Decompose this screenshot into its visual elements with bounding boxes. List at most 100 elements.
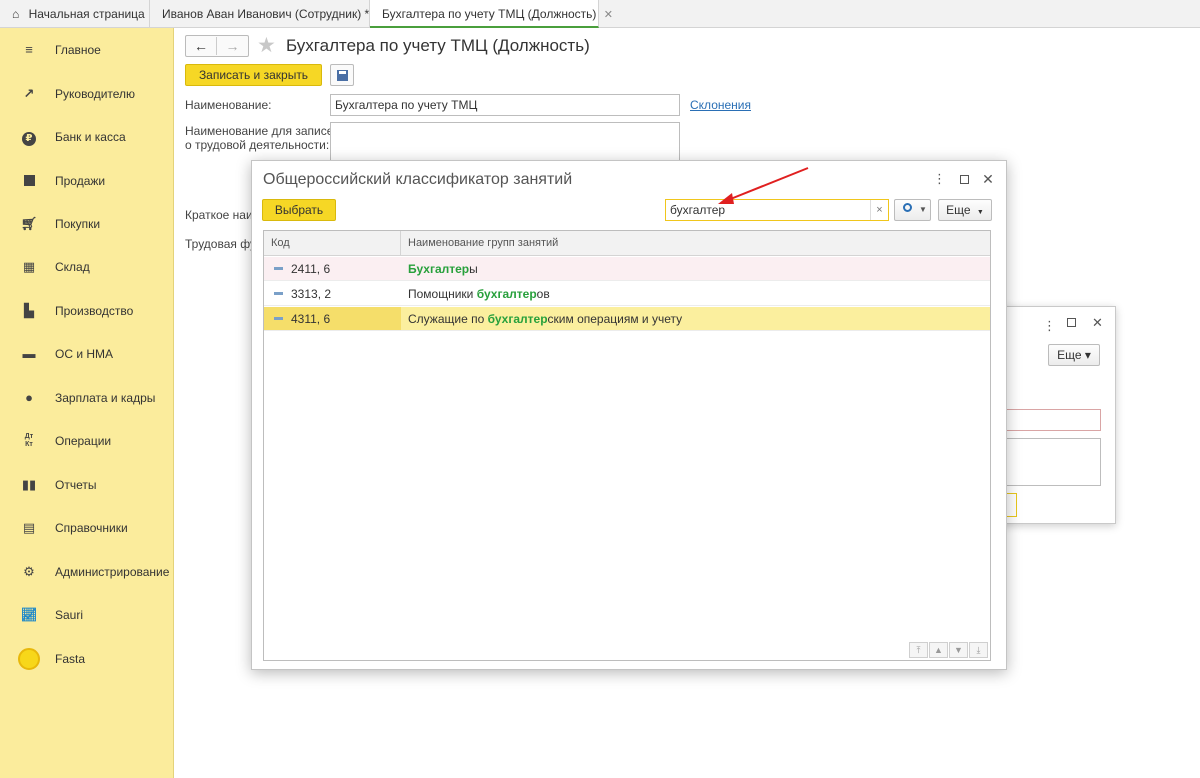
sidebar-item-label: Продажи	[55, 174, 106, 188]
sidebar-item-label: Отчеты	[55, 478, 97, 492]
sidebar-item-sauri[interactable]: 📈︎ Sauri	[0, 595, 174, 635]
declensions-link[interactable]: Склонения	[690, 98, 751, 112]
sidebar-item-label: Sauri	[55, 608, 84, 622]
name-text: Служащие по	[408, 312, 488, 326]
favorite-star-icon[interactable]: ★	[257, 33, 276, 58]
tab-employee[interactable]: Иванов Аван Иванович (Сотрудник) * ✕	[150, 0, 386, 28]
tab-position-label: Бухгалтера по учету ТМЦ (Должность)	[382, 7, 597, 21]
name-field[interactable]: Бухгалтера по учету ТМЦ	[330, 94, 680, 116]
close-icon[interactable]: ✕	[604, 9, 613, 21]
person-icon: ●	[25, 390, 33, 405]
labor-name-label-line1: Наименование для записей	[185, 124, 341, 138]
code-value: 2411, 6	[291, 262, 331, 276]
save-and-close-button[interactable]: Записать и закрыть	[185, 64, 322, 86]
bag-icon	[20, 173, 38, 189]
sidebar-item-label: Fasta	[55, 652, 86, 666]
menu-dots-icon[interactable]: ⋮	[1043, 318, 1056, 334]
occupations-table: Код Наименование групп занятий 2411, 6 Б…	[263, 230, 991, 661]
sidebar-item-main[interactable]: ≡ Главное	[0, 30, 174, 70]
maximize-icon[interactable]	[1067, 318, 1076, 327]
search-match: Бухгалтер	[408, 262, 470, 276]
more-button[interactable]: Еще ▼	[938, 199, 992, 221]
sidebar-item-assets[interactable]: ▬ ОС и НМА	[0, 334, 174, 374]
sidebar-item-label: Покупки	[55, 217, 101, 231]
books-icon: ▤	[22, 520, 36, 535]
code-cell: 4311, 6	[264, 307, 401, 330]
bar-chart-icon: ▮▮	[21, 477, 37, 492]
sidebar-item-reports[interactable]: ▮▮ Отчеты	[0, 465, 174, 505]
menu-icon: ≡	[25, 42, 33, 57]
code-cell: 3313, 2	[264, 282, 401, 305]
truck-icon: ▬	[22, 346, 36, 361]
sidebar-item-label: Производство	[55, 304, 134, 318]
sidebar-item-label: Справочники	[55, 521, 128, 535]
cart-icon: 🛒︎	[20, 216, 38, 231]
code-value: 4311, 6	[291, 312, 331, 326]
search-button[interactable]: ▼	[894, 199, 931, 221]
chevron-down-icon: ▼	[976, 209, 984, 216]
clear-icon[interactable]: ×	[870, 200, 888, 220]
close-icon[interactable]: ✕	[982, 171, 994, 188]
name-label: Наименование:	[185, 98, 272, 112]
name-cell: Помощники бухгалтеров	[408, 287, 550, 301]
table-row-selected[interactable]: 4311, 6 Служащие по бухгалтерским операц…	[264, 307, 990, 331]
maximize-icon[interactable]	[960, 175, 969, 184]
labor-name-field[interactable]	[330, 122, 680, 162]
sidebar-item-label: Склад	[55, 260, 90, 274]
code-value: 3313, 2	[291, 287, 332, 301]
search-icon	[903, 203, 912, 212]
forward-arrow-icon[interactable]: →	[217, 37, 248, 55]
ruble-icon: ₽	[20, 129, 38, 146]
back-arrow-icon[interactable]: ←	[186, 37, 217, 55]
tab-employee-label: Иванов Аван Иванович (Сотрудник) *	[162, 7, 370, 21]
sidebar-item-warehouse[interactable]: ▦ Склад	[0, 247, 174, 287]
table-row[interactable]: 2411, 6 Бухгалтеры	[264, 257, 990, 281]
column-header-name[interactable]: Наименование групп занятий	[401, 231, 990, 256]
close-icon[interactable]: ✕	[1092, 315, 1103, 331]
sidebar-item-bank[interactable]: ₽ Банк и касса	[0, 117, 174, 157]
tab-home-label: Начальная страница	[28, 7, 145, 21]
save-disk-icon[interactable]	[330, 64, 354, 86]
sidebar-item-fasta[interactable]: Fasta	[0, 639, 174, 679]
sidebar-item-operations[interactable]: Дт Кт Операции	[0, 421, 174, 461]
search-match: бухгалтер	[487, 312, 548, 326]
scroll-top-icon[interactable]: ⤒	[909, 642, 928, 658]
name-cell: Бухгалтеры	[408, 262, 478, 276]
select-button[interactable]: Выбрать	[262, 199, 336, 221]
sidebar-item-salary[interactable]: ● Зарплата и кадры	[0, 378, 174, 418]
labor-name-label-line2: о трудовой деятельности:	[185, 138, 330, 152]
tab-bar: ⌂ Начальная страница Иванов Аван Иванови…	[0, 0, 1200, 28]
sidebar-item-label: Главное	[55, 43, 101, 57]
sidebar-item-label: Руководителю	[55, 87, 136, 101]
more-button[interactable]: Еще ▾	[1048, 344, 1100, 366]
sidebar-item-production[interactable]: ▙ Производство	[0, 291, 174, 331]
name-text: ов	[536, 287, 550, 301]
text-area-field[interactable]	[991, 438, 1101, 486]
table-row[interactable]: 3313, 2 Помощники бухгалтеров	[264, 282, 990, 306]
column-header-code[interactable]: Код	[264, 231, 401, 256]
menu-dots-icon[interactable]: ⋮	[933, 171, 946, 187]
sidebar-item-label: Администрирование	[55, 565, 170, 579]
tab-position[interactable]: Бухгалтера по учету ТМЦ (Должность) ✕	[370, 0, 613, 28]
sidebar-item-sales[interactable]: Продажи	[0, 161, 174, 201]
scroll-bottom-icon[interactable]: ⤓	[969, 642, 988, 658]
scroll-up-icon[interactable]: ▲	[929, 642, 948, 658]
sidebar-item-label: Банк и касса	[55, 130, 126, 144]
name-text: Помощники	[408, 287, 477, 301]
dt-kt-icon: Дт Кт	[24, 433, 34, 448]
sidebar-item-admin[interactable]: ⚙ Администрирование	[0, 552, 174, 592]
sauri-chart-icon: 📈︎	[20, 607, 38, 622]
sidebar-item-catalogs[interactable]: ▤ Справочники	[0, 508, 174, 548]
scroll-down-icon[interactable]: ▼	[949, 642, 968, 658]
sidebar-item-manager[interactable]: ↗ Руководителю	[0, 74, 174, 114]
required-field[interactable]	[991, 409, 1101, 431]
warehouse-icon: ▦	[22, 259, 36, 274]
sidebar-item-label: ОС и НМА	[55, 347, 114, 361]
chevron-down-icon: ▼	[919, 205, 927, 214]
sidebar: ≡ Главное ↗ Руководителю ₽ Банк и касса …	[0, 28, 174, 778]
group-icon	[274, 292, 283, 295]
sidebar-item-purchases[interactable]: 🛒︎ Покупки	[0, 204, 174, 244]
factory-icon: ▙	[24, 303, 34, 318]
tab-home[interactable]: ⌂ Начальная страница	[0, 0, 150, 28]
sidebar-item-label: Операции	[55, 434, 112, 448]
